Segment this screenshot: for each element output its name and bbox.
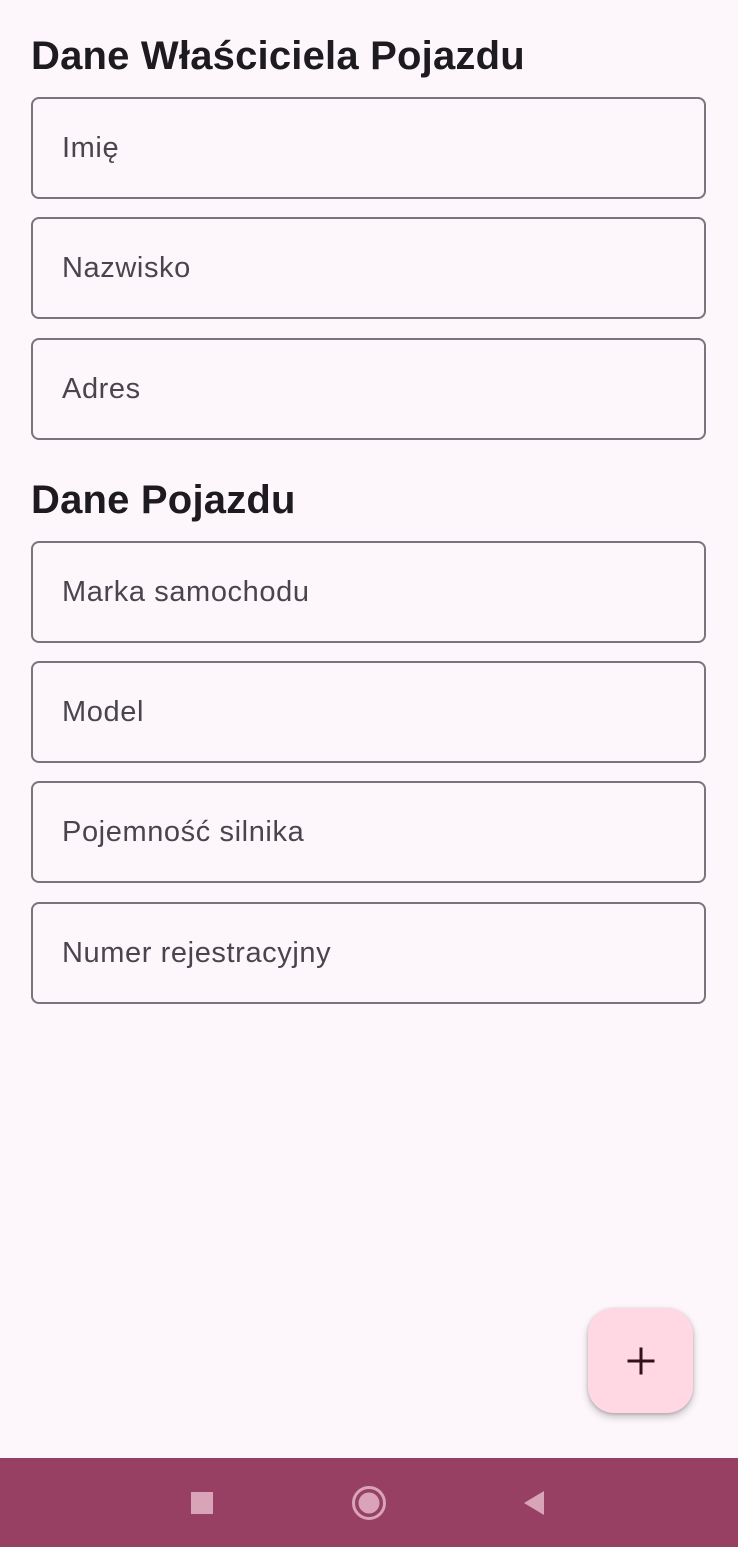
plus-icon [627,1347,654,1374]
add-fab-button[interactable] [588,1308,693,1413]
system-navigation-bar [0,1458,738,1547]
recents-square-icon [191,1491,213,1514]
vehicle-section-title: Dane Pojazdu [31,478,296,522]
address-input[interactable] [33,340,704,438]
last-name-field[interactable] [31,217,706,319]
address-field[interactable] [31,338,706,440]
first-name-input[interactable] [33,99,704,197]
registration-number-input[interactable] [33,904,704,1002]
home-button[interactable] [324,1458,414,1547]
back-button[interactable] [489,1458,579,1547]
car-make-input[interactable] [33,543,704,641]
model-input[interactable] [33,663,704,761]
home-circle-icon [352,1485,386,1520]
car-make-field[interactable] [31,541,706,643]
engine-capacity-field[interactable] [31,781,706,883]
last-name-input[interactable] [33,219,704,317]
recents-button[interactable] [157,1458,247,1547]
model-field[interactable] [31,661,706,763]
owner-section-title: Dane Właściciela Pojazdu [31,34,525,78]
back-triangle-icon [524,1490,544,1515]
registration-number-field[interactable] [31,902,706,1004]
first-name-field[interactable] [31,97,706,199]
engine-capacity-input[interactable] [33,783,704,881]
